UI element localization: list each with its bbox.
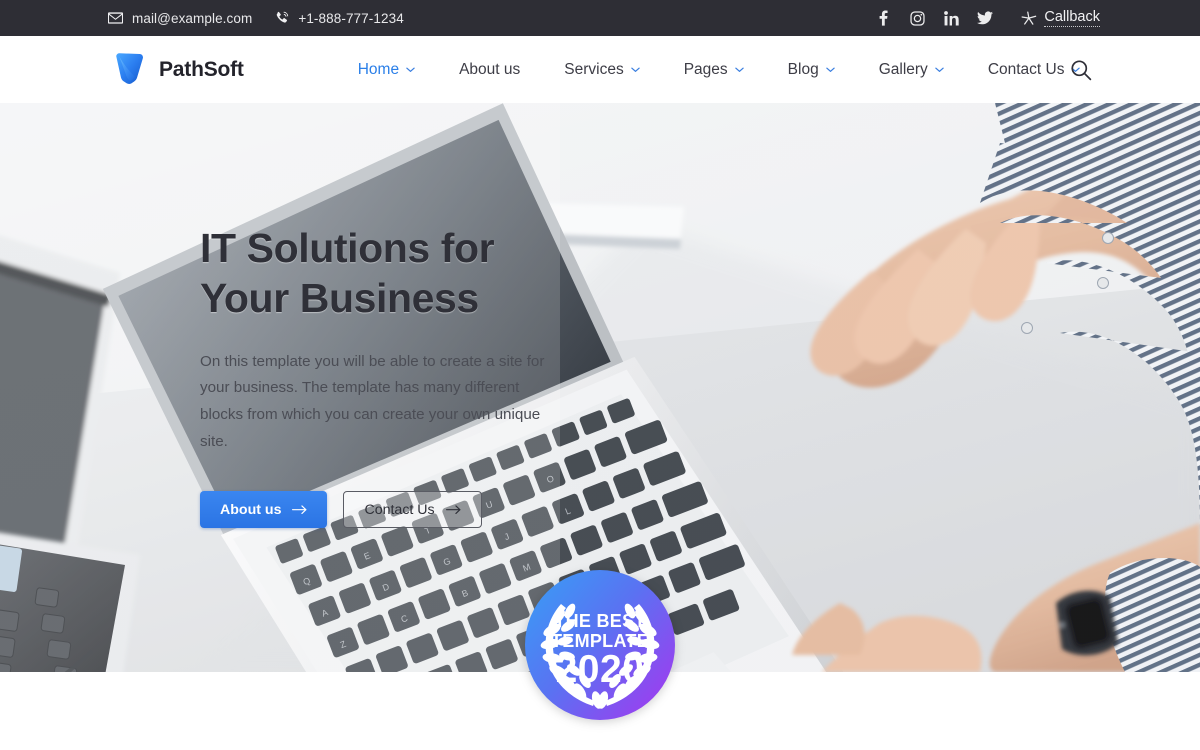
- nav-menu: Home About us Services Pages Blog Galler…: [336, 55, 1103, 85]
- chevron-down-icon: [630, 67, 640, 73]
- nav-label-services: Services: [564, 60, 624, 78]
- phone-call-icon: [274, 11, 289, 26]
- award-badge: THE BEST TEMPLATE 2020: [525, 570, 675, 720]
- topbar-social-group: Callback: [875, 0, 1100, 36]
- linkedin-icon[interactable]: [943, 10, 959, 26]
- about-us-button-label: About us: [220, 501, 282, 518]
- nav-label-contact-us: Contact Us: [987, 60, 1065, 78]
- badge-year: 2020: [556, 648, 645, 691]
- arrow-right-icon: [445, 505, 461, 515]
- envelope-icon: [108, 11, 123, 26]
- chevron-down-icon: [825, 67, 835, 73]
- contact-us-button-label: Contact Us: [364, 501, 435, 518]
- top-contact-bar: mail@example.com +1-888-777-1234 Callbac…: [0, 0, 1200, 36]
- nav-item-home[interactable]: Home: [336, 55, 437, 85]
- phone-link[interactable]: +1-888-777-1234: [274, 10, 404, 26]
- badge-line1: THE BEST: [554, 611, 645, 631]
- nav-label-blog: Blog: [787, 60, 819, 78]
- topbar-contact-group: mail@example.com +1-888-777-1234: [108, 11, 404, 26]
- nav-label-pages: Pages: [683, 60, 728, 78]
- landing-page: mail@example.com +1-888-777-1234 Callbac…: [0, 0, 1200, 750]
- chevron-down-icon: [734, 67, 744, 73]
- click-sparkle-icon: [1021, 10, 1037, 26]
- instagram-icon[interactable]: [909, 10, 925, 26]
- nav-item-about-us[interactable]: About us: [437, 55, 542, 85]
- brand-name: PathSoft: [159, 57, 244, 81]
- chevron-down-icon: [935, 67, 944, 73]
- chevron-down-icon: [406, 67, 415, 73]
- hero-title-line2: Your Business: [200, 274, 479, 321]
- callback-button[interactable]: Callback: [1021, 9, 1100, 27]
- nav-item-blog[interactable]: Blog: [766, 55, 857, 85]
- brand-logo[interactable]: PathSoft: [112, 52, 244, 88]
- arrow-right-icon: [292, 505, 307, 515]
- hero-paragraph: On this template you will be able to cre…: [200, 352, 545, 450]
- nav-label-about-us: About us: [459, 60, 521, 78]
- nav-item-gallery[interactable]: Gallery: [857, 55, 966, 85]
- hero-title-line1: IT Solutions for: [200, 224, 495, 271]
- contact-us-button[interactable]: Contact Us: [343, 491, 482, 529]
- email-link[interactable]: mail@example.com: [108, 11, 252, 26]
- callback-label: Callback: [1044, 9, 1100, 27]
- phone-text: +1-888-777-1234: [298, 10, 404, 26]
- main-navbar: PathSoft Home About us Services Pages Bl…: [0, 36, 1200, 103]
- email-text: mail@example.com: [132, 10, 253, 26]
- shield-logo-icon: [112, 52, 146, 88]
- page-title: IT Solutions for Your Business: [200, 223, 620, 323]
- nav-label-gallery: Gallery: [878, 60, 928, 78]
- search-icon[interactable]: [1070, 59, 1092, 81]
- hero-button-group: About us Contact Us: [200, 491, 620, 529]
- nav-item-pages[interactable]: Pages: [662, 55, 766, 85]
- twitter-icon[interactable]: [977, 10, 994, 26]
- nav-label-home: Home: [357, 60, 400, 78]
- nav-item-services[interactable]: Services: [542, 55, 661, 85]
- about-us-button[interactable]: About us: [200, 491, 328, 529]
- facebook-icon[interactable]: [875, 10, 891, 26]
